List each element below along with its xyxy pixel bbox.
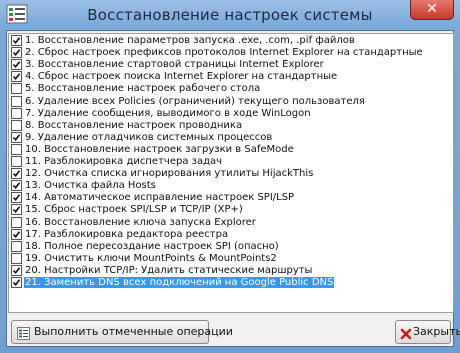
item-label: 15. Сброс настроек SPI/LSP и TCP/IP (XP+…: [25, 204, 243, 216]
item-label: 20. Настройки TCP/IP: Удалить статически…: [25, 264, 313, 276]
item-label: 4. Сброс настроек поиска Internet Explor…: [25, 71, 338, 83]
item-label: 13. Очистка файла Hosts: [25, 180, 156, 192]
item-label: 10. Восстановление настроек загрузки в S…: [25, 143, 294, 155]
checklist-item[interactable]: 4. Сброс настроек поиска Internet Explor…: [9, 71, 453, 83]
item-label: 18. Полное пересоздание настроек SPI (оп…: [25, 240, 279, 252]
operations-checklist[interactable]: 1. Восстановление параметров запуска .ex…: [8, 33, 454, 313]
item-checkbox[interactable]: [11, 156, 22, 167]
item-label: 9. Удаление отладчиков системных процесс…: [25, 131, 273, 143]
checklist-item[interactable]: 5. Восстановление настроек рабочего стол…: [9, 83, 453, 95]
item-checkbox[interactable]: [11, 131, 22, 143]
checklist-item[interactable]: 16. Восстановление ключа запуска Explore…: [9, 216, 453, 228]
item-label: 5. Восстановление настроек рабочего стол…: [25, 83, 261, 95]
run-checklist-icon: [17, 326, 30, 348]
item-checkbox[interactable]: [11, 71, 22, 83]
item-checkbox[interactable]: [11, 216, 22, 228]
run-selected-label: Выполнить отмеченные операции: [34, 325, 233, 338]
red-x-icon: [400, 326, 412, 348]
item-label: 12. Очистка списка игнорирования утилиты…: [25, 168, 314, 180]
item-label: 11. Разблокировка диспетчера задач: [25, 156, 223, 167]
checklist-item[interactable]: 12. Очистка списка игнорирования утилиты…: [9, 168, 453, 180]
item-label: 17. Разблокировка редактора реестра: [25, 228, 229, 240]
run-selected-button[interactable]: Выполнить отмеченные операции: [11, 320, 233, 344]
checklist-item[interactable]: 20. Настройки TCP/IP: Удалить статически…: [9, 264, 453, 276]
item-checkbox[interactable]: [11, 277, 22, 288]
checklist-item[interactable]: 18. Полное пересоздание настроек SPI (оп…: [9, 240, 453, 252]
item-checkbox[interactable]: [11, 180, 22, 192]
checklist-item[interactable]: 8. Восстановление настроек проводника: [9, 119, 453, 131]
checklist-item[interactable]: 6. Удаление всех Policies (ограничений) …: [9, 95, 453, 107]
item-checkbox[interactable]: [11, 83, 22, 95]
window-close-button[interactable]: ✕: [410, 0, 454, 20]
item-checkbox[interactable]: [11, 240, 22, 252]
item-checkbox[interactable]: [11, 143, 22, 155]
item-checkbox[interactable]: [11, 168, 22, 180]
checklist-item[interactable]: 14. Автоматическое исправление настроек …: [9, 192, 453, 204]
item-label: 14. Автоматическое исправление настроек …: [25, 192, 295, 204]
item-checkbox[interactable]: [11, 119, 22, 131]
item-label: 7. Удаление сообщения, выводимого в ходе…: [25, 107, 311, 119]
checklist-item[interactable]: 7. Удаление сообщения, выводимого в ходе…: [9, 107, 453, 119]
checklist-item[interactable]: 10. Восстановление настроек загрузки в S…: [9, 143, 453, 155]
item-checkbox[interactable]: [11, 59, 22, 71]
item-checkbox[interactable]: [11, 47, 22, 59]
item-checkbox[interactable]: [11, 252, 22, 264]
checklist-item[interactable]: 17. Разблокировка редактора реестра: [9, 228, 453, 240]
checklist-item[interactable]: 3. Восстановление стартовой страницы Int…: [9, 59, 453, 71]
window-title: Восстановление настроек системы: [87, 6, 373, 24]
checklist-item[interactable]: 2. Сброс настроек префиксов протоколов I…: [9, 47, 453, 59]
item-label: 8. Восстановление настроек проводника: [25, 119, 243, 131]
close-button[interactable]: Закрыть: [395, 320, 460, 344]
item-checkbox[interactable]: [11, 35, 22, 46]
item-label: 3. Восстановление стартовой страницы Int…: [25, 59, 324, 71]
item-checkbox[interactable]: [11, 95, 22, 107]
item-label: 1. Восстановление параметров запуска .ex…: [25, 35, 355, 46]
item-checkbox[interactable]: [11, 264, 22, 276]
close-label: Закрыть: [413, 325, 460, 338]
item-checkbox[interactable]: [11, 228, 22, 240]
item-label: 21. Заменить DNS всех подключений на Goo…: [24, 277, 335, 288]
item-checkbox[interactable]: [11, 204, 22, 216]
item-label: 16. Восстановление ключа запуска Explore…: [25, 216, 256, 228]
checklist-item[interactable]: 15. Сброс настроек SPI/LSP и TCP/IP (XP+…: [9, 204, 453, 216]
client-area: 1. Восстановление параметров запуска .ex…: [6, 30, 460, 347]
item-label: 2. Сброс настроек префиксов протоколов I…: [25, 47, 423, 59]
checklist-item[interactable]: 9. Удаление отладчиков системных процесс…: [9, 131, 453, 143]
checklist-item[interactable]: 19. Очистить ключи MountPoints & MountPo…: [9, 252, 453, 264]
item-checkbox[interactable]: [11, 107, 22, 119]
checklist-item[interactable]: 11. Разблокировка диспетчера задач: [9, 156, 453, 167]
item-checkbox[interactable]: [11, 192, 22, 204]
checklist-item[interactable]: 1. Восстановление параметров запуска .ex…: [9, 35, 453, 46]
item-label: 19. Очистить ключи MountPoints & MountPo…: [25, 252, 277, 264]
checklist-item[interactable]: 13. Очистка файла Hosts: [9, 180, 453, 192]
item-label: 6. Удаление всех Policies (ограничений) …: [25, 95, 365, 107]
title-bar[interactable]: Восстановление настроек системы ✕: [0, 0, 460, 30]
checklist-item[interactable]: 21. Заменить DNS всех подключений на Goo…: [9, 277, 453, 288]
restore-settings-window: Восстановление настроек системы ✕ 1. Вос…: [0, 0, 460, 353]
